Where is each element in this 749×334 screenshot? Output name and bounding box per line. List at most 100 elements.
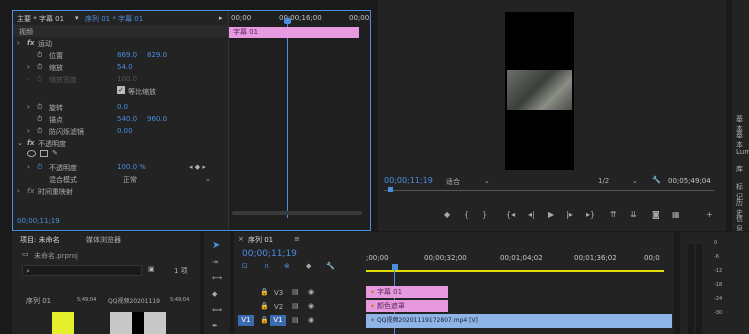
step-back-icon[interactable]: ◂| — [528, 210, 535, 219]
marker-icon[interactable]: ◆ — [306, 262, 311, 270]
time-remap-row[interactable]: › fx 时间重映射 — [13, 185, 241, 197]
opacity-row[interactable]: › ⏱ 不透明度 100.0 % ◂ ◆ ▸ ↺ — [13, 161, 241, 173]
work-area-bar[interactable] — [366, 270, 664, 272]
stopwatch-icon[interactable]: ⏱ — [37, 103, 42, 112]
position-x-value[interactable]: 869.0 — [117, 51, 137, 59]
go-to-in-icon[interactable]: {◂ — [506, 210, 515, 219]
expand-arrow-icon[interactable]: › — [27, 103, 30, 111]
project-item[interactable]: QQ视频20201119 5;49;04 — [106, 284, 198, 334]
in-point-icon[interactable]: { — [464, 210, 469, 219]
marker-icon[interactable]: ◆ — [444, 210, 450, 219]
expand-arrow-icon[interactable]: ⌄ — [17, 139, 23, 147]
lift-icon[interactable]: ⇈ — [610, 210, 617, 219]
blend-mode-row[interactable]: 混合模式 正常 ⌄ ↺ — [13, 173, 241, 185]
timeline-tab[interactable]: 序列 01 — [248, 235, 273, 245]
search-input[interactable]: ⌕ — [22, 265, 142, 276]
expand-arrow-icon[interactable]: › — [27, 163, 30, 171]
track-select-icon[interactable]: ⇥ — [212, 258, 218, 266]
stopwatch-icon[interactable]: ⏱ — [37, 127, 42, 136]
tab-media-browser[interactable]: 媒体浏览器 — [86, 235, 121, 245]
blend-mode-select[interactable]: 正常 — [123, 175, 137, 185]
sync-icon[interactable]: ▤ — [292, 316, 299, 324]
timeline-timecode[interactable]: 00;00;11;19 — [242, 249, 297, 259]
scrub-playhead[interactable] — [388, 187, 393, 192]
scale-value[interactable]: 54.0 — [117, 63, 133, 71]
tab-project[interactable]: 项目: 未命名 — [20, 235, 60, 245]
track-name[interactable]: V1 — [270, 315, 286, 326]
rectangle-mask-icon[interactable] — [40, 150, 48, 157]
step-forward-icon[interactable]: |▸ — [566, 210, 573, 219]
opacity-value[interactable]: 100.0 % — [117, 163, 146, 171]
lock-icon[interactable]: 🔒 — [260, 316, 269, 324]
anchor-y-value[interactable]: 960.0 — [147, 115, 167, 123]
opacity-section-row[interactable]: ⌄ fx 不透明度 ↺ — [13, 137, 241, 149]
uniform-scale-row[interactable]: ✓ 等比缩放 ↺ — [13, 85, 241, 97]
flicker-value[interactable]: 0.00 — [117, 127, 133, 135]
right-item-label[interactable]: 库 — [736, 164, 743, 174]
timeline-clip[interactable]: ✦ 字幕 01 — [366, 286, 448, 298]
flicker-row[interactable]: › ⏱ 防闪烁滤镜 0.00 ↺ — [13, 125, 241, 137]
eye-icon[interactable]: ◉ — [308, 288, 314, 296]
source-clip-label[interactable]: 主要 * 字幕 01 — [17, 14, 64, 24]
extract-icon[interactable]: ⇊ — [630, 210, 637, 219]
stopwatch-icon[interactable]: ⏱ — [37, 115, 42, 124]
timecode-readout[interactable]: 00;00;11;19 — [17, 217, 60, 225]
slip-tool-icon[interactable]: ⟺ — [212, 306, 222, 314]
chevron-down-icon[interactable]: ⌄ — [632, 177, 638, 185]
add-button-icon[interactable]: + — [706, 210, 713, 219]
program-timecode[interactable]: 00;00;11;19 — [384, 176, 433, 185]
go-to-out-icon[interactable]: ▸} — [586, 210, 595, 219]
quality-select[interactable]: 1/2 — [598, 177, 609, 185]
eye-icon[interactable]: ◉ — [308, 302, 314, 310]
new-bin-icon[interactable]: ▣ — [148, 265, 155, 273]
ripple-edit-icon[interactable]: ⟷ — [212, 274, 222, 282]
pen-tool-icon[interactable]: ✒ — [212, 322, 218, 330]
camera-icon[interactable]: ◙ — [652, 210, 660, 219]
position-row[interactable]: ⏱ 位置 869.0 829.0 ↺ — [13, 49, 241, 61]
ellipse-mask-icon[interactable] — [27, 150, 36, 157]
uniform-scale-checkbox[interactable]: ✓ — [117, 86, 125, 94]
sequence-clip-label[interactable]: 序列 01 * 字幕 01 — [85, 14, 143, 24]
razor-tool-icon[interactable]: ◆ — [212, 290, 217, 298]
wrench-icon[interactable]: 🔧 — [652, 176, 661, 184]
out-point-icon[interactable]: } — [482, 210, 487, 219]
fit-select[interactable]: 适合 — [446, 177, 460, 187]
position-y-value[interactable]: 829.0 — [147, 51, 167, 59]
wrench-icon[interactable]: 🔧 — [326, 262, 335, 270]
right-item-label[interactable]: 基本 — [736, 130, 749, 150]
eye-icon[interactable]: ◉ — [308, 316, 314, 324]
stopwatch-icon[interactable]: ⏱ — [37, 63, 42, 72]
right-item-label[interactable]: Lum — [736, 148, 749, 156]
right-item-label[interactable]: 信息 — [736, 214, 749, 231]
scale-row[interactable]: › ⏱ 缩放 54.0 ↺ — [13, 61, 241, 73]
chevron-down-icon[interactable]: ⌄ — [484, 177, 490, 185]
timeline-ruler[interactable]: ;00;00 00;00;32;00 00;01;04;02 00;01;36;… — [366, 254, 666, 274]
menu-icon[interactable]: ≡ — [294, 235, 300, 243]
lock-icon[interactable]: 🔒 — [260, 302, 269, 310]
expand-arrow-icon[interactable]: › — [17, 39, 20, 47]
motion-row[interactable]: › fx 运动 ↺ — [13, 37, 241, 49]
play-triangle-icon[interactable]: ▸ — [219, 14, 223, 22]
effect-timeline-scrollbar[interactable] — [232, 211, 362, 215]
project-item[interactable]: 序列 01 5;49;04 — [22, 284, 102, 334]
stopwatch-icon[interactable]: ⏱ — [37, 51, 42, 60]
pen-mask-icon[interactable]: ✎ — [52, 149, 58, 157]
timeline-playhead-marker[interactable] — [392, 264, 398, 270]
timeline-clip[interactable]: ✦ 颜色遮罩 — [366, 300, 448, 312]
lock-icon[interactable]: 🔒 — [260, 288, 269, 296]
keyframe-nav-icon[interactable]: ◂ ◆ ▸ — [189, 163, 206, 171]
anchor-row[interactable]: ⏱ 锚点 540.0 960.0 ↺ — [13, 113, 241, 125]
sync-icon[interactable]: ▤ — [292, 288, 299, 296]
stopwatch-icon[interactable]: ⏱ — [37, 163, 42, 172]
snap-icon[interactable]: ∩ — [264, 262, 269, 270]
scrub-bar[interactable] — [384, 190, 714, 191]
rotation-row[interactable]: › ⏱ 旋转 0.0 ↺ — [13, 101, 241, 113]
selection-tool-icon[interactable]: ➤ — [212, 240, 220, 251]
effect-clip-bar[interactable]: 字幕 01 — [229, 27, 359, 38]
anchor-x-value[interactable]: 540.0 — [117, 115, 137, 123]
play-icon[interactable]: ▶ — [548, 210, 554, 219]
expand-arrow-icon[interactable]: › — [27, 127, 30, 135]
nest-icon[interactable]: ⊡ — [242, 262, 248, 270]
sync-icon[interactable]: ▤ — [292, 302, 299, 310]
close-icon[interactable]: × — [238, 235, 244, 243]
